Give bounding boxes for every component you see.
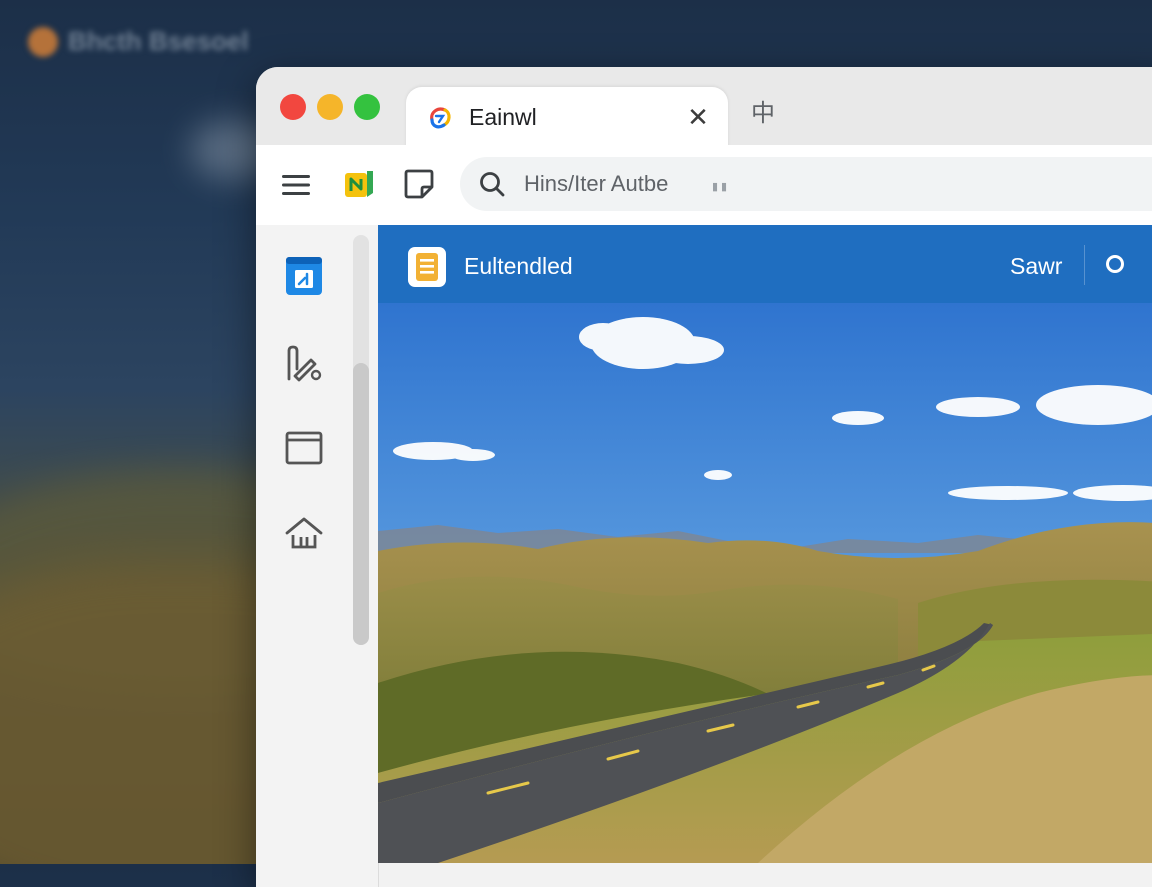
sidebar xyxy=(256,225,379,887)
blurred-title-text: Bhcth Bsesoel xyxy=(68,26,249,56)
browser-toolbar: Hins/Iter Autbe ▮▮ xyxy=(256,145,1152,226)
browser-tab-active[interactable]: Eainwl ✕ xyxy=(406,87,728,149)
tab-title: Eainwl xyxy=(469,104,537,130)
window-minimize-button[interactable] xyxy=(317,94,343,120)
address-text: Hins/Iter Autbe xyxy=(524,171,669,196)
home-icon[interactable] xyxy=(284,513,324,553)
new-tab-icon[interactable]: 中 xyxy=(746,97,780,131)
search-icon xyxy=(480,172,505,197)
bookmark-app-icon[interactable] xyxy=(284,255,324,295)
browser-window: Eainwl ✕ 中 Hins/Iter Autbe ▮▮ Eultendled… xyxy=(256,67,1152,887)
page-title: Eultendled xyxy=(464,253,573,279)
window-close-button[interactable] xyxy=(280,94,306,120)
app-logo-icon xyxy=(408,247,446,287)
header-divider xyxy=(1084,245,1085,285)
loading-dots-icon: ▮▮ xyxy=(712,181,731,193)
app-header: Eultendled Sawr xyxy=(378,225,1152,303)
sidebar-scrollbar-thumb[interactable] xyxy=(353,363,369,645)
landscape-hero-image xyxy=(378,303,1152,863)
save-button[interactable]: Sawr xyxy=(1010,253,1062,280)
tab-favicon-icon xyxy=(430,107,451,129)
extension-icon[interactable] xyxy=(343,167,375,201)
edit-tool-icon[interactable] xyxy=(284,343,324,383)
blurred-desktop-title: Bhcth Bsesoel xyxy=(28,26,249,57)
blurred-logo-icon xyxy=(28,26,58,57)
window-maximize-button[interactable] xyxy=(354,94,380,120)
status-circle-icon[interactable] xyxy=(1106,255,1124,273)
address-bar[interactable]: Hins/Iter Autbe ▮▮ xyxy=(460,157,1152,211)
reader-icon[interactable] xyxy=(402,167,436,201)
tab-bar: Eainwl ✕ 中 xyxy=(256,67,1152,149)
page-content: Eultendled Sawr xyxy=(378,225,1152,887)
menu-icon[interactable] xyxy=(280,169,312,201)
sidebar-scrollbar[interactable] xyxy=(353,235,369,645)
tab-close-icon[interactable]: ✕ xyxy=(682,101,714,133)
window-icon[interactable] xyxy=(284,428,324,468)
